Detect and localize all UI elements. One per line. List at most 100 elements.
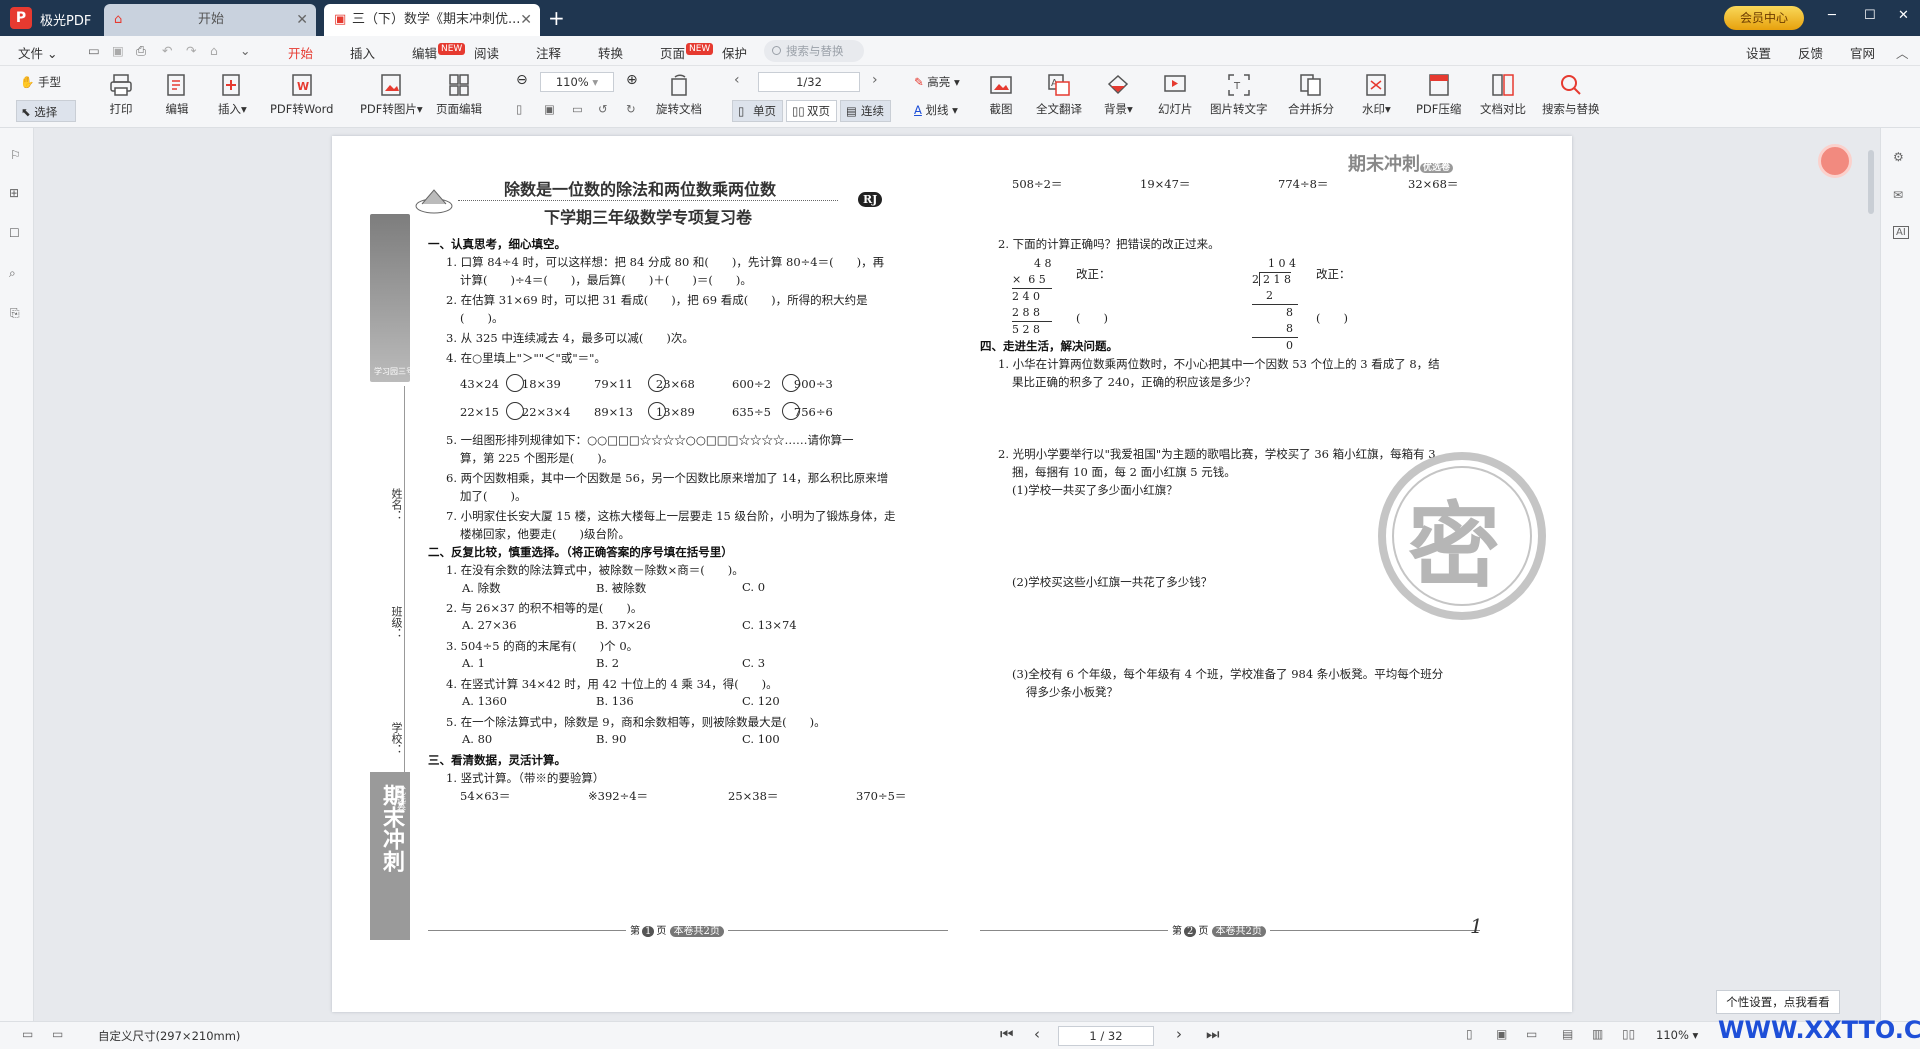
menu-file[interactable]: 文件 ⌄ <box>18 43 57 62</box>
page-icon[interactable]: ▭ <box>22 1027 33 1041</box>
maximize-button[interactable]: ☐ <box>1864 8 1876 23</box>
first-page-icon[interactable]: ⏮ <box>1000 1025 1014 1043</box>
option-b: B. 被除数 <box>596 581 647 595</box>
print-button[interactable]: 打印 <box>108 72 134 117</box>
minimize-button[interactable]: ─ <box>1828 8 1836 23</box>
comment-icon[interactable]: ☐ <box>9 226 20 240</box>
edit-button[interactable]: 编辑 <box>164 72 190 117</box>
menu-start[interactable]: 开始 <box>288 43 314 68</box>
quick-more-icon[interactable]: ⌄ <box>240 43 250 58</box>
image-to-text-button[interactable]: T 图片转文字 <box>1210 72 1268 117</box>
translate-button[interactable]: A 全文翻译 <box>1036 72 1082 117</box>
insert-button[interactable]: 插入▾ <box>218 72 247 117</box>
page-number-input[interactable]: 1/32 <box>758 72 860 92</box>
thumbnails-icon[interactable]: ⊞ <box>9 186 19 200</box>
home-small-icon[interactable]: ⌂ <box>210 43 218 58</box>
sub-question: (2)学校买这些小红旗一共花了多少钱？ <box>1012 575 1213 589</box>
merge-split-button[interactable]: 合并拆分 <box>1288 72 1334 117</box>
close-window-button[interactable]: ✕ <box>1898 8 1909 23</box>
highlight-button[interactable]: ✎ 高亮 ▾ <box>914 74 960 90</box>
fit-width-status-icon[interactable]: ▭ <box>1526 1027 1537 1041</box>
hand-tool-button[interactable]: ✋ 手型 <box>20 74 61 90</box>
zoom-in-icon[interactable]: ⊕ <box>626 72 638 88</box>
double-view-icon[interactable]: ▯▯ <box>1622 1027 1635 1041</box>
tab-document[interactable]: ▣ 三（下）数学《期末冲刺优... ✕ <box>324 4 540 36</box>
attachment-icon[interactable]: ⎘ <box>10 306 20 321</box>
menu-website[interactable]: 官网 <box>1850 43 1875 62</box>
properties-icon[interactable]: ⚙ <box>1893 150 1904 164</box>
fit-width-icon[interactable]: ▭ <box>572 102 583 116</box>
search-replace-input[interactable]: 搜索与替换 <box>764 40 864 62</box>
bookmark-icon[interactable]: ⚐ <box>10 148 21 162</box>
printer-icon <box>110 74 132 96</box>
status-page-input[interactable]: 1 / 32 <box>1058 1026 1154 1046</box>
underline-button[interactable]: A 划线 ▾ <box>914 102 958 118</box>
watermark-button[interactable]: 水印▾ <box>1362 72 1391 117</box>
screenshot-icon <box>990 76 1012 94</box>
menu-edit[interactable]: 编辑 NEW <box>412 43 466 62</box>
page-icon-2[interactable]: ▭ <box>52 1027 63 1041</box>
status-zoom[interactable]: 110% ▾ <box>1656 1028 1698 1042</box>
search-side-icon[interactable]: ⌕ <box>9 266 16 281</box>
actual-size-icon[interactable]: ▯ <box>516 102 522 116</box>
new-tab-button[interactable]: + <box>548 4 565 32</box>
continuous-view-icon[interactable]: ▥ <box>1592 1027 1603 1041</box>
hand-label: 手型 <box>37 75 61 89</box>
print-small-icon[interactable]: ⎙ <box>136 43 146 59</box>
fit-icon[interactable]: ▣ <box>1496 1027 1507 1041</box>
pdf-to-image-button[interactable]: PDF转图片▾ <box>360 72 423 117</box>
chat-icon[interactable]: ✉ <box>1893 188 1903 202</box>
close-tab-icon[interactable]: ✕ <box>520 4 532 36</box>
menu-protect[interactable]: 保护 <box>722 43 747 62</box>
prev-page-status-icon[interactable]: ‹ <box>1034 1025 1040 1043</box>
save-icon[interactable]: ▣ <box>112 43 124 58</box>
menu-page[interactable]: 页面 NEW <box>660 43 714 62</box>
tab-start[interactable]: ⌂ 开始 ✕ <box>104 4 316 36</box>
screenshot-button[interactable]: 截图 <box>988 72 1014 117</box>
compare-button[interactable]: 文档对比 <box>1480 72 1526 117</box>
double-page-button[interactable]: ▯▯ 双页 <box>786 100 837 122</box>
undo-icon[interactable]: ↶ <box>162 43 172 58</box>
floating-assistant-button[interactable] <box>1818 144 1852 178</box>
search-replace-button[interactable]: 搜索与替换 <box>1542 72 1600 117</box>
fit-page-icon[interactable]: ▣ <box>544 102 555 116</box>
slideshow-button[interactable]: 幻灯片 <box>1158 72 1193 117</box>
next-page-icon[interactable]: › <box>872 72 878 88</box>
last-page-icon[interactable]: ⏭ <box>1206 1025 1220 1043</box>
menu-settings[interactable]: 设置 <box>1746 43 1771 62</box>
open-icon[interactable]: ▭ <box>88 43 100 58</box>
prev-page-icon[interactable]: ‹ <box>734 72 740 88</box>
zoom-select[interactable]: 110% ▾ <box>540 72 614 92</box>
menu-annotate[interactable]: 注释 <box>536 43 561 62</box>
ai-icon[interactable]: AI <box>1893 226 1909 239</box>
pdf-to-word-button[interactable]: W PDF转Word <box>270 72 333 117</box>
collapse-ribbon-icon[interactable]: ︿ <box>1896 43 1909 62</box>
rotate-document-button[interactable]: 旋转文档 <box>656 72 702 117</box>
menu-convert[interactable]: 转换 <box>598 43 623 62</box>
close-tab-icon[interactable]: ✕ <box>296 4 308 36</box>
page-edit-button[interactable]: 页面编辑 <box>436 72 482 117</box>
pdf-compress-button[interactable]: PDF压缩 <box>1416 72 1461 117</box>
single-view-icon[interactable]: ▤ <box>1562 1027 1573 1041</box>
vertical-scrollbar[interactable] <box>1868 150 1874 214</box>
view-mode-icon[interactable]: ▯ <box>1466 1027 1473 1041</box>
redo-icon[interactable]: ↷ <box>186 43 196 58</box>
ocr-icon: T <box>1228 74 1250 96</box>
vip-center-button[interactable]: 会员中心 <box>1724 6 1804 30</box>
menu-feedback[interactable]: 反馈 <box>1798 43 1823 62</box>
underline-label: 划线 <box>925 103 949 117</box>
menu-read[interactable]: 阅读 <box>474 43 499 62</box>
pdf-compress-label: PDF压缩 <box>1416 102 1462 116</box>
digit: 5 <box>1038 273 1046 286</box>
select-tool-button[interactable]: ⬉ 选择 <box>16 100 76 122</box>
zoom-out-icon[interactable]: ⊖ <box>516 72 528 88</box>
new-badge: NEW <box>438 43 466 55</box>
menu-insert[interactable]: 插入 <box>350 43 375 62</box>
continuous-button[interactable]: ▤ 连续 <box>840 100 891 122</box>
single-page-button[interactable]: ▯ 单页 <box>732 100 783 122</box>
next-page-status-icon[interactable]: › <box>1176 1025 1182 1043</box>
background-button[interactable]: 背景▾ <box>1104 72 1133 117</box>
rotate-left-icon[interactable]: ↺ <box>598 102 608 116</box>
rotate-right-icon[interactable]: ↻ <box>626 102 636 116</box>
personalize-tip[interactable]: 个性设置，点我看看 <box>1716 990 1840 1014</box>
